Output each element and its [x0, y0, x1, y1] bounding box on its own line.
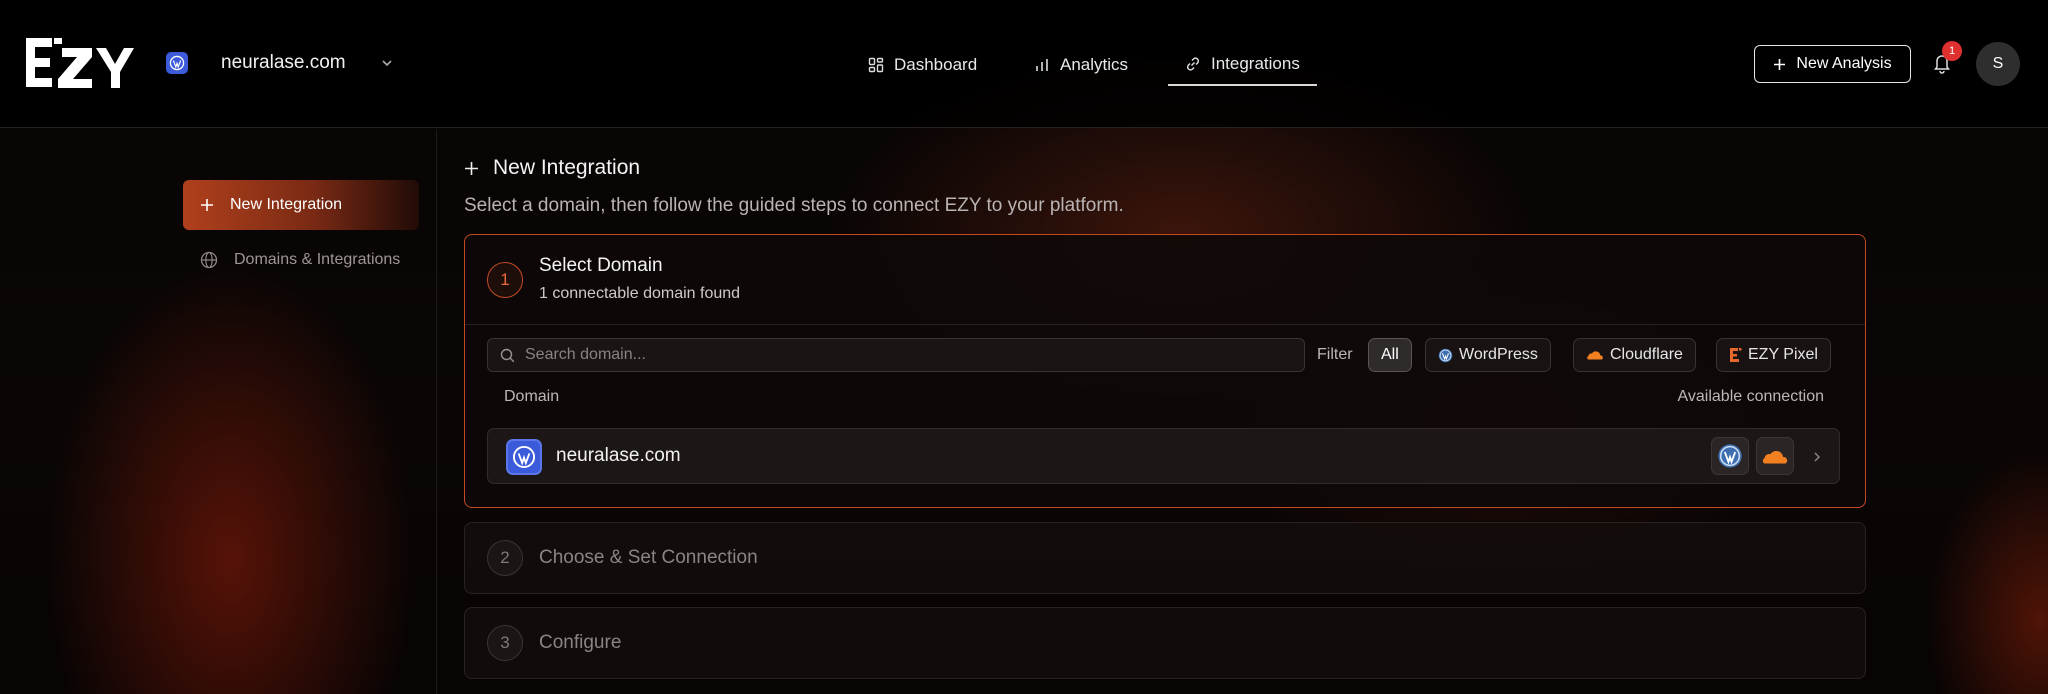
new-analysis-label: New Analysis — [1796, 55, 1892, 72]
grid-icon — [868, 57, 884, 73]
step-number: 2 — [487, 540, 523, 576]
step-title: Choose & Set Connection — [539, 547, 758, 568]
top-header: neuralase.com Dashboard Analytics Integr… — [0, 0, 2048, 128]
ezy-pixel-icon — [1730, 348, 1742, 362]
filter-wordpress[interactable]: WordPress — [1425, 338, 1551, 372]
table-row[interactable]: neuralase.com — [487, 428, 1840, 484]
nav-analytics-label: Analytics — [1060, 55, 1129, 74]
link-icon — [1186, 57, 1200, 71]
sidebar-item-label: New Integration — [230, 196, 343, 213]
wordpress-icon — [1718, 444, 1742, 468]
cloudflare-icon — [1587, 351, 1603, 360]
step-number: 1 — [487, 262, 523, 298]
column-header-domain: Domain — [504, 388, 560, 405]
sidebar-item-label: Domains & Integrations — [234, 251, 401, 268]
step-choose-connection[interactable]: 2 Choose & Set Connection — [464, 522, 1866, 594]
filter-ezy-pixel-label: EZY Pixel — [1748, 346, 1818, 363]
step-configure[interactable]: 3 Configure — [464, 607, 1866, 679]
step-number: 3 — [487, 625, 523, 661]
step-title: Configure — [539, 632, 622, 653]
page-title-text: New Integration — [493, 156, 641, 179]
cloudflare-icon — [1762, 450, 1788, 463]
sidebar: New Integration Domains & Integrations — [0, 129, 437, 694]
step-select-domain: 1 Select Domain 1 connectable domain fou… — [464, 234, 1866, 508]
plus-icon — [1774, 58, 1786, 70]
filter-all-label: All — [1381, 346, 1399, 363]
filter-label: Filter — [1317, 346, 1353, 363]
step-subtitle: 1 connectable domain found — [539, 285, 741, 302]
search-box — [487, 338, 1305, 372]
main-nav: Dashboard Analytics Integrations — [0, 44, 2048, 88]
step-title: Select Domain — [539, 255, 663, 276]
wordpress-icon — [1438, 348, 1453, 362]
nav-integrations-label: Integrations — [1211, 54, 1300, 73]
search-domain-input[interactable] — [525, 346, 1304, 364]
filter-wordpress-label: WordPress — [1459, 346, 1538, 363]
nav-dashboard[interactable]: Dashboard — [868, 44, 977, 86]
nav-integrations[interactable]: Integrations — [1168, 44, 1317, 86]
search-icon — [500, 348, 515, 362]
bar-chart-icon — [1036, 59, 1048, 71]
filter-all[interactable]: All — [1368, 338, 1412, 372]
sidebar-item-domains-integrations[interactable]: Domains & Integrations — [183, 235, 419, 285]
filter-ezy-pixel[interactable]: EZY Pixel — [1716, 338, 1831, 372]
cloudflare-connection-icon[interactable] — [1756, 437, 1794, 475]
nav-analytics[interactable]: Analytics — [1034, 44, 1128, 86]
app-root: neuralase.com Dashboard Analytics Integr… — [0, 0, 2048, 694]
sidebar-item-new-integration[interactable]: New Integration — [183, 180, 419, 230]
column-header-available-connection: Available connection — [1677, 388, 1824, 405]
new-analysis-button[interactable]: New Analysis — [1754, 45, 1911, 83]
wordpress-connection-icon[interactable] — [1711, 437, 1749, 475]
chevron-right-icon[interactable] — [1812, 450, 1822, 464]
user-avatar[interactable]: S — [1976, 42, 2020, 86]
wordpress-site-icon — [506, 439, 542, 475]
row-domain-name: neuralase.com — [556, 445, 681, 466]
filter-cloudflare-label: Cloudflare — [1610, 346, 1683, 363]
nav-dashboard-label: Dashboard — [894, 55, 978, 74]
notification-count-badge: 1 — [1942, 41, 1962, 61]
page-subtitle: Select a domain, then follow the guided … — [464, 195, 1124, 216]
step-header[interactable]: 1 Select Domain 1 connectable domain fou… — [465, 235, 1865, 325]
plus-icon — [465, 161, 478, 175]
filter-cloudflare[interactable]: Cloudflare — [1573, 338, 1696, 372]
globe-icon — [200, 251, 218, 269]
page-title: New Integration — [464, 156, 640, 180]
plus-icon — [201, 199, 213, 211]
